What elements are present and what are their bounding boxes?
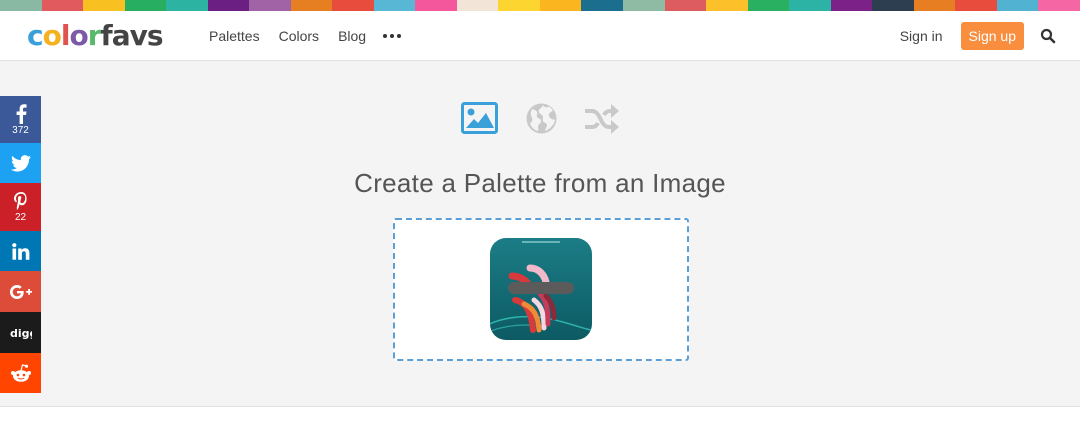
more-menu-icon[interactable] [383, 34, 402, 38]
stripe-segment [0, 0, 42, 11]
globe-icon [526, 103, 557, 134]
logo-letter: l [60, 19, 71, 52]
image-icon [461, 102, 498, 134]
stripe-segment [830, 0, 873, 11]
signup-button[interactable]: Sign up [960, 22, 1024, 50]
stripe-segment [249, 0, 291, 11]
digg-share-button[interactable]: digg [0, 312, 41, 353]
logo-letter: r [87, 19, 102, 52]
stripe-segment [166, 0, 208, 11]
linkedin-share-button[interactable] [0, 231, 41, 271]
pinterest-share-count: 22 [14, 211, 27, 223]
facebook-share-button[interactable]: 372 [0, 96, 41, 143]
logo-letter: c [27, 19, 44, 52]
stripe-segment [290, 0, 333, 11]
nav-colors-link[interactable]: Colors [279, 28, 319, 44]
stripe-segment [498, 0, 540, 11]
tab-web-mode[interactable] [526, 103, 557, 139]
signin-link[interactable]: Sign in [900, 28, 943, 44]
page-title: Create a Palette from an Image [354, 168, 726, 198]
reddit-icon [10, 363, 31, 382]
top-navbar: colorfavs Palettes Colors Blog Sign in S… [0, 11, 1080, 61]
nav-blog-link[interactable]: Blog [338, 28, 366, 44]
tab-image-mode[interactable] [461, 102, 498, 139]
nav-right: Sign in Sign up [900, 11, 1056, 61]
logo-letter: o [69, 19, 88, 52]
stripe-segment [373, 0, 416, 11]
image-dropzone[interactable] [393, 218, 689, 361]
stripe-segment [664, 0, 707, 11]
stripe-segment [332, 0, 374, 11]
stripe-segment [539, 0, 582, 11]
footer [0, 407, 1080, 440]
google-plus-icon [9, 284, 32, 299]
stripe-segment [124, 0, 167, 11]
stripe-segment [955, 0, 997, 11]
logo-letter: f [100, 19, 113, 52]
stripe-segment [1038, 0, 1080, 11]
shuffle-icon [585, 104, 619, 134]
stripe-segment [913, 0, 956, 11]
logo-letter: o [42, 19, 62, 52]
stripe-segment [706, 0, 748, 11]
facebook-icon [16, 103, 27, 124]
stripe-segment [872, 0, 914, 11]
search-icon[interactable] [1040, 28, 1056, 44]
stripe-segment [83, 0, 125, 11]
stripe-segment [415, 0, 457, 11]
svg-text:digg: digg [10, 327, 32, 339]
stripe-segment [996, 0, 1039, 11]
social-share-bar: 372 22 digg [0, 96, 41, 393]
logo-letter: v [129, 19, 148, 52]
digg-icon: digg [10, 327, 32, 339]
color-stripe [0, 0, 1080, 11]
stripe-segment [747, 0, 790, 11]
stripe-segment [41, 0, 84, 11]
nav-links: Palettes Colors Blog [209, 11, 402, 61]
linkedin-icon [11, 242, 29, 260]
colorfavs-logo[interactable]: colorfavs [27, 19, 164, 53]
nav-palettes-link[interactable]: Palettes [209, 28, 260, 44]
stripe-segment [789, 0, 831, 11]
palette-source-tabs [460, 102, 620, 136]
stripe-segment [207, 0, 250, 11]
tab-random-mode[interactable] [584, 104, 619, 139]
google-plus-share-button[interactable] [0, 271, 41, 312]
facebook-share-count: 372 [12, 124, 29, 136]
uploaded-image-thumbnail [490, 238, 592, 340]
stripe-segment [581, 0, 623, 11]
logo-letter: a [111, 19, 131, 52]
logo-letter: s [146, 19, 164, 52]
reddit-share-button[interactable] [0, 353, 41, 393]
stripe-segment [622, 0, 665, 11]
stripe-segment [456, 0, 499, 11]
